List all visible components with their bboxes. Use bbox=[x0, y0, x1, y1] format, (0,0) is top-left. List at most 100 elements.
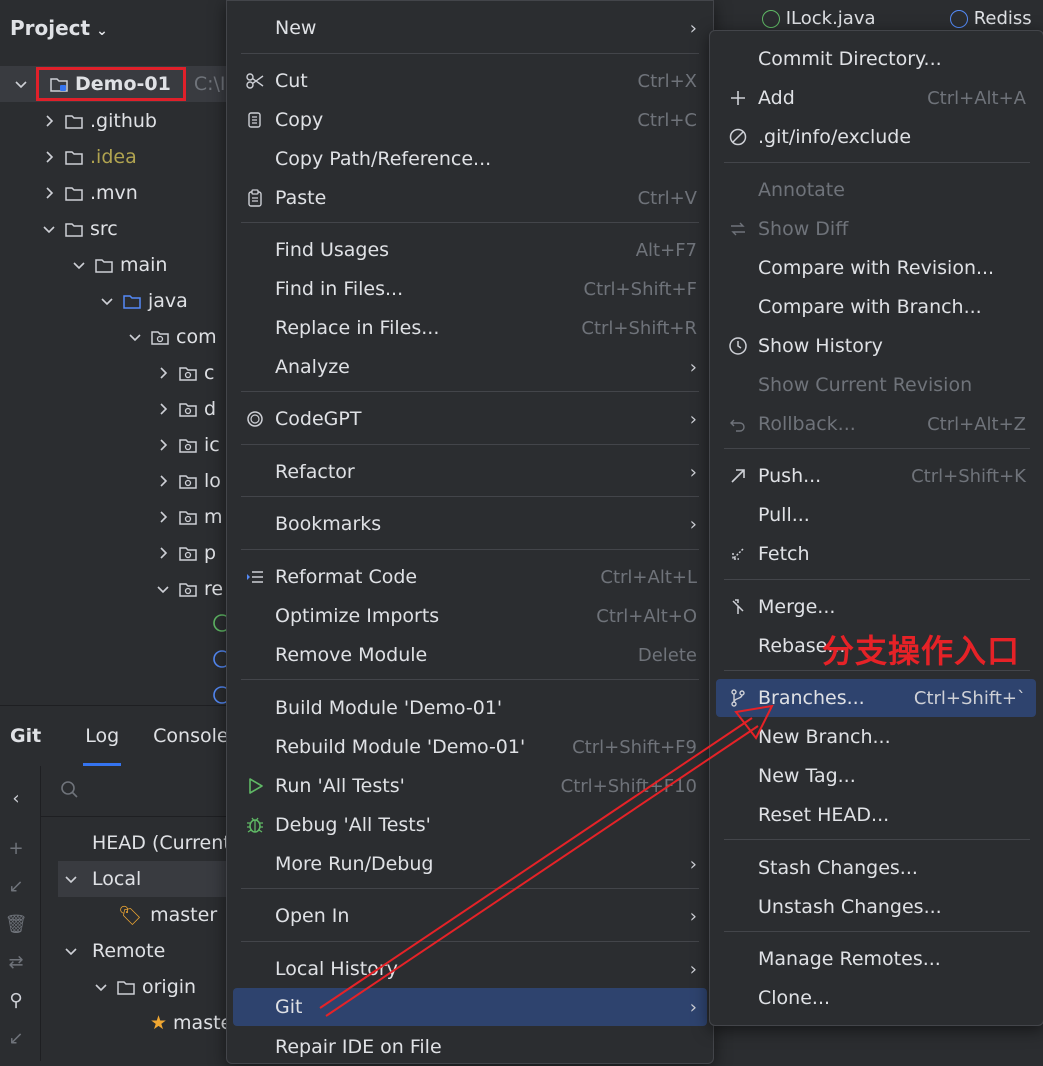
menu-item-new[interactable]: New › bbox=[233, 9, 707, 47]
menu-item-show-current-revision[interactable]: Show Current Revision bbox=[716, 366, 1036, 404]
menu-item-local-history[interactable]: Local History › bbox=[233, 950, 707, 988]
chevron-right-icon: › bbox=[689, 17, 697, 39]
menu-item-replace-in-files[interactable]: Replace in Files... Ctrl+Shift+R bbox=[233, 309, 707, 347]
menu-item-label: Remove Module bbox=[275, 644, 428, 666]
branch-group-remote[interactable]: Remote bbox=[64, 933, 240, 969]
menu-item-repair-ide[interactable]: Repair IDE on File bbox=[233, 1028, 707, 1066]
tree-item-package[interactable]: lo bbox=[0, 463, 240, 499]
compare-icon[interactable]: ⇄ bbox=[4, 952, 28, 976]
menu-item-copy[interactable]: Copy Ctrl+C bbox=[233, 101, 707, 139]
menu-item-annotate[interactable]: Annotate bbox=[716, 171, 1036, 209]
menu-item-shortcut: Ctrl+Shift+F9 bbox=[572, 736, 697, 758]
tree-item-idea[interactable]: .idea bbox=[0, 139, 240, 175]
menu-item-label: More Run/Debug bbox=[275, 853, 434, 875]
diff-icon bbox=[728, 219, 748, 239]
tree-item-src[interactable]: src bbox=[0, 211, 240, 247]
menu-item-compare-revision[interactable]: Compare with Revision... bbox=[716, 249, 1036, 287]
menu-item-git-exclude[interactable]: .git/info/exclude bbox=[716, 118, 1036, 156]
menu-item-reset-head[interactable]: Reset HEAD... bbox=[716, 796, 1036, 834]
menu-item-label: Clone... bbox=[758, 987, 831, 1009]
tree-item-main[interactable]: main bbox=[0, 247, 240, 283]
branch-group-local[interactable]: Local bbox=[58, 861, 240, 897]
package-icon bbox=[178, 579, 198, 599]
tree-item-demo-01[interactable]: Demo-01 C:\IDE bbox=[0, 66, 240, 102]
menu-item-rollback[interactable]: Rollback... Ctrl+Alt+Z bbox=[716, 405, 1036, 443]
menu-item-analyze[interactable]: Analyze › bbox=[233, 348, 707, 386]
source-folder-icon bbox=[122, 291, 142, 311]
menu-item-optimize-imports[interactable]: Optimize Imports Ctrl+Alt+O bbox=[233, 597, 707, 635]
menu-item-unstash[interactable]: Unstash Changes... bbox=[716, 888, 1036, 926]
fetch-icon[interactable]: ↙ bbox=[4, 876, 28, 900]
tree-item-package[interactable]: d bbox=[0, 391, 240, 427]
menu-item-git[interactable]: Git › bbox=[233, 988, 707, 1026]
tree-item-github[interactable]: .github bbox=[0, 103, 240, 139]
project-title[interactable]: Project ⌄ bbox=[10, 16, 108, 40]
menu-item-pull[interactable]: Pull... bbox=[716, 496, 1036, 534]
tab-log[interactable]: Log bbox=[73, 725, 131, 766]
menu-item-find-usages[interactable]: Find Usages Alt+F7 bbox=[233, 231, 707, 269]
tree-item-label: Demo-01 bbox=[75, 73, 171, 95]
menu-item-label: New Tag... bbox=[758, 765, 856, 787]
menu-item-reformat-code[interactable]: Reformat Code Ctrl+Alt+L bbox=[233, 558, 707, 596]
branch-head[interactable]: HEAD (Current bbox=[40, 825, 240, 861]
menu-item-label: Annotate bbox=[758, 179, 845, 201]
branch-label: HEAD (Current bbox=[92, 832, 231, 854]
menu-item-run-all-tests[interactable]: Run 'All Tests' Ctrl+Shift+F10 bbox=[233, 767, 707, 805]
menu-item-open-in[interactable]: Open In › bbox=[233, 897, 707, 935]
editor-tab-redisson[interactable]: Rediss bbox=[950, 8, 1032, 29]
menu-item-remove-module[interactable]: Remove Module Delete bbox=[233, 636, 707, 674]
remote-origin[interactable]: origin bbox=[94, 969, 240, 1005]
menu-item-push[interactable]: Push... Ctrl+Shift+K bbox=[716, 457, 1036, 495]
tree-item-package[interactable]: re bbox=[0, 571, 240, 607]
menu-item-paste[interactable]: Paste Ctrl+V bbox=[233, 179, 707, 217]
menu-item-show-diff[interactable]: Show Diff bbox=[716, 210, 1036, 248]
tree-item-mvn[interactable]: .mvn bbox=[0, 175, 240, 211]
tree-item-label: m bbox=[204, 506, 223, 528]
branch-search-field[interactable] bbox=[40, 766, 240, 817]
menu-item-copy-path[interactable]: Copy Path/Reference... bbox=[233, 140, 707, 178]
tree-item-package[interactable]: m bbox=[0, 499, 240, 535]
tree-item-java[interactable]: java bbox=[0, 283, 240, 319]
chevron-down-icon bbox=[64, 872, 78, 886]
menu-item-shortcut: Ctrl+Alt+O bbox=[596, 605, 697, 627]
menu-item-new-tag[interactable]: New Tag... bbox=[716, 757, 1036, 795]
menu-item-compare-branch[interactable]: Compare with Branch... bbox=[716, 288, 1036, 326]
search-icon[interactable]: ⚲ bbox=[4, 990, 28, 1014]
chevron-right-icon: › bbox=[689, 958, 697, 980]
chevron-right-icon: › bbox=[689, 905, 697, 927]
menu-item-rebuild-module[interactable]: Rebuild Module 'Demo-01' Ctrl+Shift+F9 bbox=[233, 728, 707, 766]
menu-item-merge[interactable]: Merge... bbox=[716, 588, 1036, 626]
chevron-down-icon bbox=[100, 294, 114, 308]
menu-item-refactor[interactable]: Refactor › bbox=[233, 453, 707, 491]
menu-item-label: Run 'All Tests' bbox=[275, 775, 405, 797]
menu-item-bookmarks[interactable]: Bookmarks › bbox=[233, 505, 707, 543]
menu-item-label: Find Usages bbox=[275, 239, 390, 261]
menu-item-show-history[interactable]: Show History bbox=[716, 327, 1036, 365]
trash-icon[interactable]: 🗑 bbox=[4, 914, 28, 938]
update-icon[interactable]: ↙ bbox=[4, 1028, 28, 1052]
menu-item-add[interactable]: Add Ctrl+Alt+A bbox=[716, 79, 1036, 117]
menu-item-build-module[interactable]: Build Module 'Demo-01' bbox=[233, 689, 707, 727]
menu-item-new-branch[interactable]: New Branch... bbox=[716, 718, 1036, 756]
menu-item-clone[interactable]: Clone... bbox=[716, 979, 1036, 1017]
collapse-icon[interactable]: ‹ bbox=[4, 788, 28, 812]
menu-item-manage-remotes[interactable]: Manage Remotes... bbox=[716, 940, 1036, 978]
tree-item-package[interactable]: ic bbox=[0, 427, 240, 463]
tree-item-package[interactable]: p bbox=[0, 535, 240, 571]
tree-item-com[interactable]: com bbox=[0, 319, 240, 355]
menu-item-find-in-files[interactable]: Find in Files... Ctrl+Shift+F bbox=[233, 270, 707, 308]
menu-item-codegpt[interactable]: CodeGPT › bbox=[233, 400, 707, 438]
plus-icon[interactable]: + bbox=[4, 838, 28, 862]
menu-item-commit-directory[interactable]: Commit Directory... bbox=[716, 40, 1036, 78]
chevron-right-icon: › bbox=[689, 996, 697, 1018]
menu-item-stash[interactable]: Stash Changes... bbox=[716, 849, 1036, 887]
tree-item-package[interactable]: c bbox=[0, 355, 240, 391]
editor-tab-ilock[interactable]: ILock.java bbox=[762, 8, 876, 29]
menu-item-branches[interactable]: Branches... Ctrl+Shift+` bbox=[716, 679, 1036, 717]
branch-master[interactable]: 🏷 master bbox=[118, 897, 240, 933]
package-icon bbox=[178, 507, 198, 527]
menu-item-fetch[interactable]: Fetch bbox=[716, 535, 1036, 573]
menu-item-cut[interactable]: Cut Ctrl+X bbox=[233, 62, 707, 100]
menu-item-debug-all-tests[interactable]: Debug 'All Tests' bbox=[233, 806, 707, 844]
menu-item-more-run-debug[interactable]: More Run/Debug › bbox=[233, 845, 707, 883]
